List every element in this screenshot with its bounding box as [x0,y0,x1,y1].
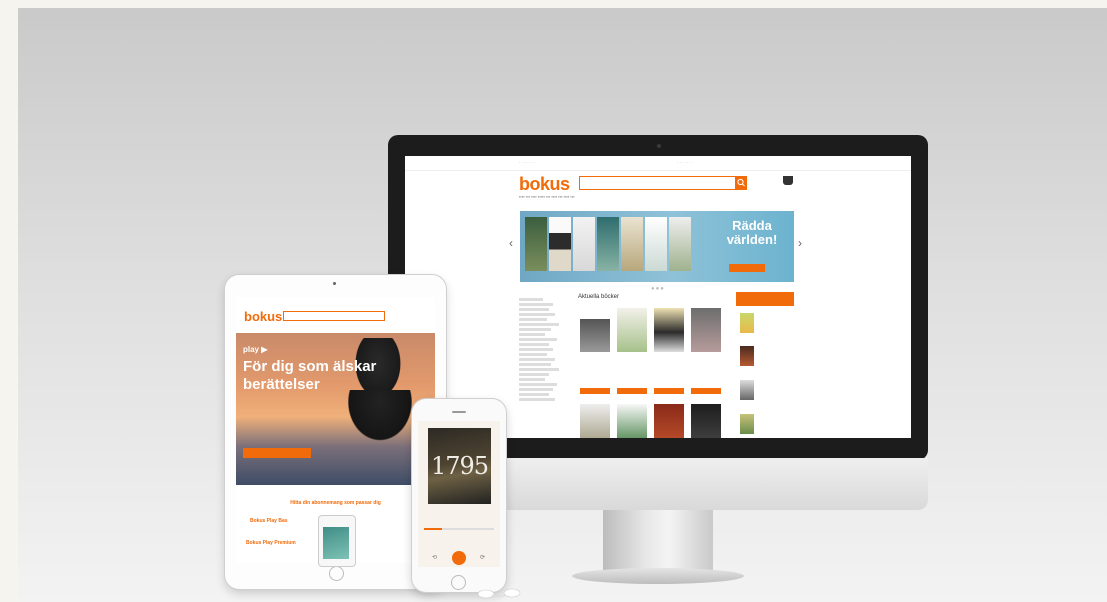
buy-button[interactable] [654,388,684,394]
promo-book[interactable] [740,380,754,400]
desktop-screen: · · · · · · · · · · · · · · bokus ▪▪▪▪ ▪… [405,156,911,438]
iphone-home-button[interactable] [451,575,466,590]
section-title: Aktuella böcker [578,294,620,300]
cart-icon[interactable] [783,176,793,185]
ipad-home-button[interactable] [329,566,344,581]
book-cover[interactable] [691,308,721,352]
book-cover[interactable] [654,308,684,352]
book-cover[interactable] [691,404,721,438]
plan-name[interactable]: Bokus Play Premium [246,540,296,546]
playback-progress-fill [424,528,442,530]
hero-person-body [340,390,420,450]
tablet-search-input[interactable] [283,311,385,321]
desktop-search-button[interactable] [735,176,747,190]
book-cover[interactable] [617,404,647,438]
plans-heading: Hitta din abonnemang som passar dig [290,500,381,506]
hero-title-line-2: världen! [726,232,778,247]
book-cover[interactable] [617,308,647,352]
hero-book [525,217,547,271]
tablet-hero-title: För dig som älskar berättelser [243,358,377,393]
search-icon [737,178,745,187]
buy-button[interactable] [580,388,610,394]
imac-stand-base [572,568,744,584]
hero-book [621,217,643,271]
photo-border-top [0,0,1107,8]
hero-book [669,217,691,271]
promo-book[interactable] [740,346,754,366]
promo-book[interactable] [740,313,754,333]
tablet-cta-button[interactable] [243,448,311,458]
chevron-left-icon[interactable]: ‹ [509,236,513,250]
tablet-phone-cover [323,527,349,559]
tablet-play-logo: play ▶ [243,345,267,354]
topbar-link[interactable]: · · · · · · · [519,160,535,165]
desktop-nav: ▪▪▪▪ ▪▪▪ ▪▪▪▪ ▪▪▪▪▪ ▪▪▪ ▪▪▪▪ ▪▪▪ ▪▪▪▪ ▪▪… [519,194,575,199]
desktop-search-input[interactable] [579,176,747,190]
book-cover[interactable] [654,404,684,438]
plan-name[interactable]: Bokus Play Bas [250,518,288,524]
hero-book [597,217,619,271]
imac-stand [603,510,713,572]
imac-camera [657,144,661,148]
buy-button[interactable] [691,388,721,394]
hero-book [645,217,667,271]
tablet-logo[interactable]: bokus [244,309,282,324]
hero-title-line-1: Rädda [732,218,772,233]
audiobook-cover-title: 1795 [430,452,489,480]
book-cover[interactable] [580,308,610,352]
ipad-camera [333,282,336,285]
play-label: play [243,345,260,354]
topbar-link[interactable]: · · · · · · · [677,160,693,165]
promo-book[interactable] [740,414,754,434]
photo-border-left [0,0,18,602]
play-icon: ▶ [261,345,268,354]
rewind-icon[interactable]: ⟲ [432,554,437,561]
play-pause-button[interactable] [452,551,466,565]
iphone-speaker [452,411,466,413]
book-cover[interactable] [580,404,610,438]
carousel-dots[interactable]: ●●● [651,286,665,292]
desktop-category-sidebar [519,296,569,403]
hero-cta-button[interactable] [729,264,765,272]
desktop-topbar: · · · · · · · · · · · · · · [405,156,911,171]
desktop-logo[interactable]: bokus [519,174,570,195]
sidebar-promo-header [736,292,794,306]
buy-button[interactable] [617,388,647,394]
hero-title: Rädda världen! [723,219,781,247]
chevron-right-icon[interactable]: › [798,236,802,250]
airpods [477,588,521,599]
hero-book [549,217,571,271]
forward-icon[interactable]: ⟳ [480,554,485,561]
hero-book [573,217,595,271]
